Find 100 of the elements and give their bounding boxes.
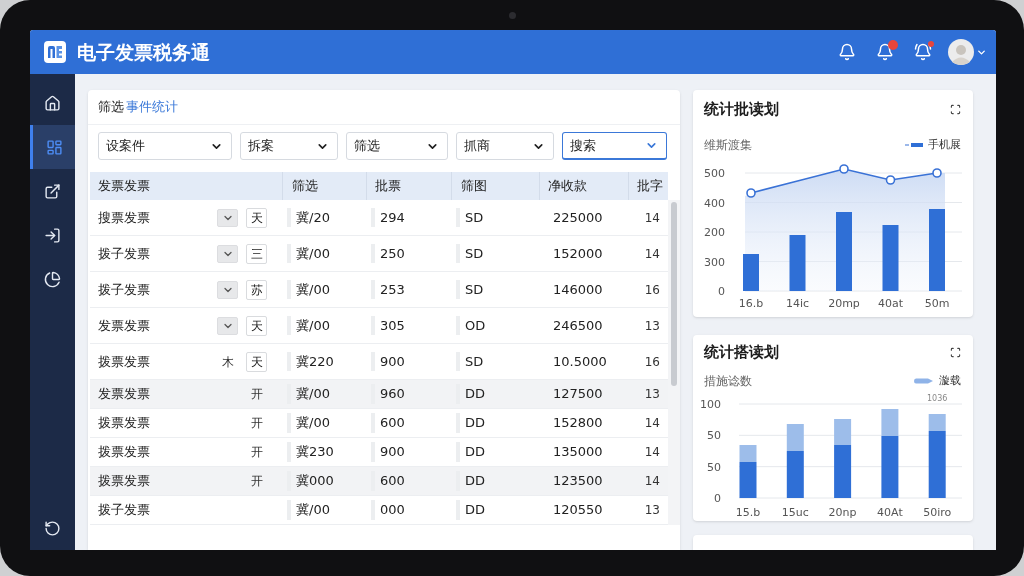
column-header: 批字 — [636, 177, 664, 196]
table-cell-text: 13 — [644, 386, 660, 403]
table-cell: 600 — [371, 471, 405, 491]
table-cell-text: 16 — [644, 353, 660, 371]
invoice-name: 发票发票 — [98, 385, 150, 404]
filter-dropdown[interactable]: 筛选 — [346, 132, 448, 160]
table-cell-text: 14 — [644, 245, 660, 263]
refresh-icon — [44, 519, 61, 537]
chart-subtitle: 维斯渡集 — [704, 137, 752, 154]
table-cell: OD — [456, 315, 486, 336]
table-cell: 253 — [371, 279, 405, 300]
expand-button[interactable] — [217, 316, 238, 335]
value-label: 1036 — [927, 394, 948, 403]
data-point — [885, 175, 896, 185]
table-cell: SD — [456, 243, 484, 264]
table-cell-text: 127500 — [553, 385, 603, 404]
axis-label: 50iro — [923, 506, 952, 519]
table-cell-text: 14 — [644, 444, 660, 461]
card-title: 统计搭读划 — [704, 341, 779, 363]
table-cell: 冀/00 — [287, 243, 330, 264]
table-row[interactable]: 发票发票 开 冀/00 960 DD 127500 13 — [90, 380, 668, 409]
table-cell: 960 — [371, 384, 405, 404]
filter-dropdown[interactable]: 搜索 — [562, 132, 667, 160]
expand-button[interactable] — [217, 244, 238, 263]
table-cell: 冀/00 — [287, 279, 330, 300]
axis-label: 20np — [828, 506, 857, 519]
table-cell-text: 16 — [644, 281, 660, 299]
account-menu-button[interactable] — [948, 39, 987, 65]
axis-label: 0 — [718, 285, 725, 298]
legend-line-icon — [905, 142, 923, 148]
table-cell: 冀/00 — [287, 384, 330, 404]
tag-button[interactable]: 天 — [246, 207, 267, 228]
axis-label: 200 — [704, 226, 725, 239]
table-cell: DD — [456, 500, 486, 520]
invoice-name: 拨子发票 — [98, 244, 150, 263]
table-cell: 305 — [371, 315, 405, 336]
axis-label: 500 — [704, 167, 725, 180]
app-logo-icon — [44, 41, 66, 63]
invoice-name: 拨票发票 — [98, 443, 150, 462]
table-row[interactable]: 拨票发票 开 冀000 600 DD 123500 14 — [90, 467, 668, 496]
notification-badge-icon — [888, 40, 898, 50]
table-cell-text: 14 — [644, 415, 660, 432]
panel-title-link[interactable]: 事件统计 — [126, 97, 178, 117]
tag-button[interactable]: 三 — [246, 243, 267, 264]
invoice-name: 拨票发票 — [98, 472, 150, 491]
invoice-name: 拨票发票 — [98, 414, 150, 433]
axis-label: 400 — [704, 196, 725, 210]
expand-icon[interactable] — [950, 103, 961, 115]
tag-label: 开 — [249, 475, 264, 487]
table-cell-text: 14 — [644, 209, 660, 227]
table-cell: DD — [456, 471, 486, 491]
tag-button[interactable]: 天 — [246, 315, 267, 336]
table-cell: 900 — [371, 442, 405, 462]
filter-dropdown[interactable]: 抓商 — [456, 132, 554, 160]
table-cell: DD — [456, 442, 486, 462]
tag-button[interactable]: 天 — [246, 351, 267, 372]
tag-label: 开 — [249, 417, 264, 429]
expand-icon[interactable] — [950, 346, 961, 358]
table-cell: DD — [456, 384, 486, 404]
table-cell: 冀/00 — [287, 315, 330, 336]
chart-subtitle: 措施谂数 — [704, 373, 752, 390]
axis-label: 0 — [714, 492, 721, 505]
axis-label: 100 — [700, 398, 721, 411]
axis-label: 40at — [877, 297, 904, 310]
table-cell: 冀/20 — [287, 207, 330, 228]
legend-label: 手机展 — [928, 136, 961, 153]
panel-title: 筛选 — [98, 98, 124, 117]
table-cell-text: 13 — [644, 317, 660, 335]
legend-arrow-icon — [914, 377, 934, 385]
filter-dropdown[interactable]: 拆案 — [240, 132, 338, 160]
expand-button[interactable] — [217, 208, 238, 227]
data-point — [932, 168, 942, 178]
table-cell: SD — [456, 279, 484, 300]
filter-dropdown[interactable]: 设案件 — [98, 132, 232, 160]
table-cell-text: 10.5000 — [553, 352, 607, 371]
avatar-icon — [948, 39, 974, 65]
table-cell: 冀000 — [287, 471, 334, 491]
invoice-name: 拨子发票 — [98, 501, 150, 520]
scrollbar-thumb[interactable] — [671, 202, 677, 386]
invoice-name: 拨票发票 — [98, 352, 150, 371]
table-cell: 250 — [371, 243, 405, 264]
table-cell-text: 14 — [644, 473, 660, 490]
external-link-icon — [44, 182, 61, 200]
table-cell-text: 135000 — [553, 443, 603, 462]
table-cell-text: 120550 — [553, 501, 603, 520]
tag-button[interactable]: 苏 — [246, 279, 267, 300]
axis-label: 50 — [707, 429, 721, 443]
table-cell-text: 13 — [644, 502, 660, 519]
table-cell-text: 152000 — [553, 244, 603, 263]
home-icon — [44, 94, 61, 112]
invoice-name: 发票发票 — [98, 316, 150, 335]
table-cell-text: 225000 — [553, 208, 603, 227]
table-cell: SD — [456, 207, 484, 228]
login-icon — [44, 226, 61, 244]
expand-button[interactable] — [217, 280, 238, 299]
camera-icon — [508, 11, 516, 19]
legend-label: 漩载 — [939, 372, 961, 389]
table-cell: 冀220 — [287, 351, 334, 372]
table-cell: 冀/00 — [287, 500, 330, 520]
bell-icon — [838, 43, 856, 61]
